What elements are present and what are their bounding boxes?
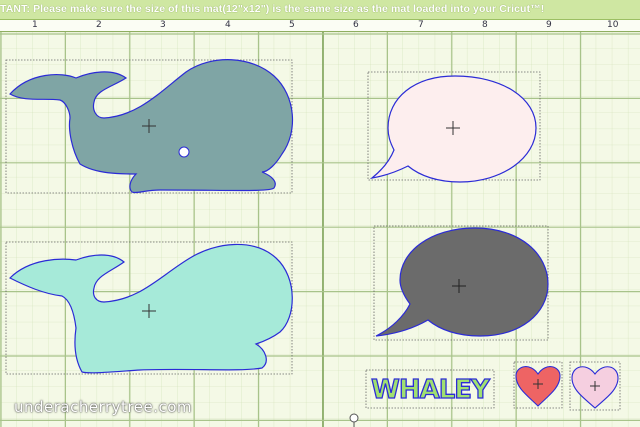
ruler-label-1: 1 bbox=[32, 20, 38, 30]
watermark-text: underacherrytree.com bbox=[14, 398, 193, 416]
cutting-mat[interactable]: WHALEY bbox=[0, 32, 640, 427]
warning-banner: TANT: Please make sure the size of this … bbox=[0, 0, 640, 20]
ruler-label-5: 5 bbox=[289, 20, 295, 30]
whale-top-eye bbox=[178, 146, 190, 158]
ruler-label-9: 9 bbox=[546, 20, 552, 30]
ruler-label-2: 2 bbox=[96, 20, 102, 30]
ruler-label-4: 4 bbox=[225, 20, 231, 30]
top-ruler: 1 2 3 4 5 6 7 8 9 10 bbox=[0, 20, 640, 32]
whaley-text[interactable]: WHALEY bbox=[370, 374, 492, 405]
ruler-label-7: 7 bbox=[418, 20, 424, 30]
ruler-label-6: 6 bbox=[353, 20, 359, 30]
ruler-label-3: 3 bbox=[160, 20, 166, 30]
ruler-label-10: 10 bbox=[607, 20, 619, 30]
ruler-label-8: 8 bbox=[482, 20, 488, 30]
warning-banner-text: TANT: Please make sure the size of this … bbox=[0, 3, 545, 15]
whaley-text-group[interactable]: WHALEY bbox=[365, 369, 495, 409]
